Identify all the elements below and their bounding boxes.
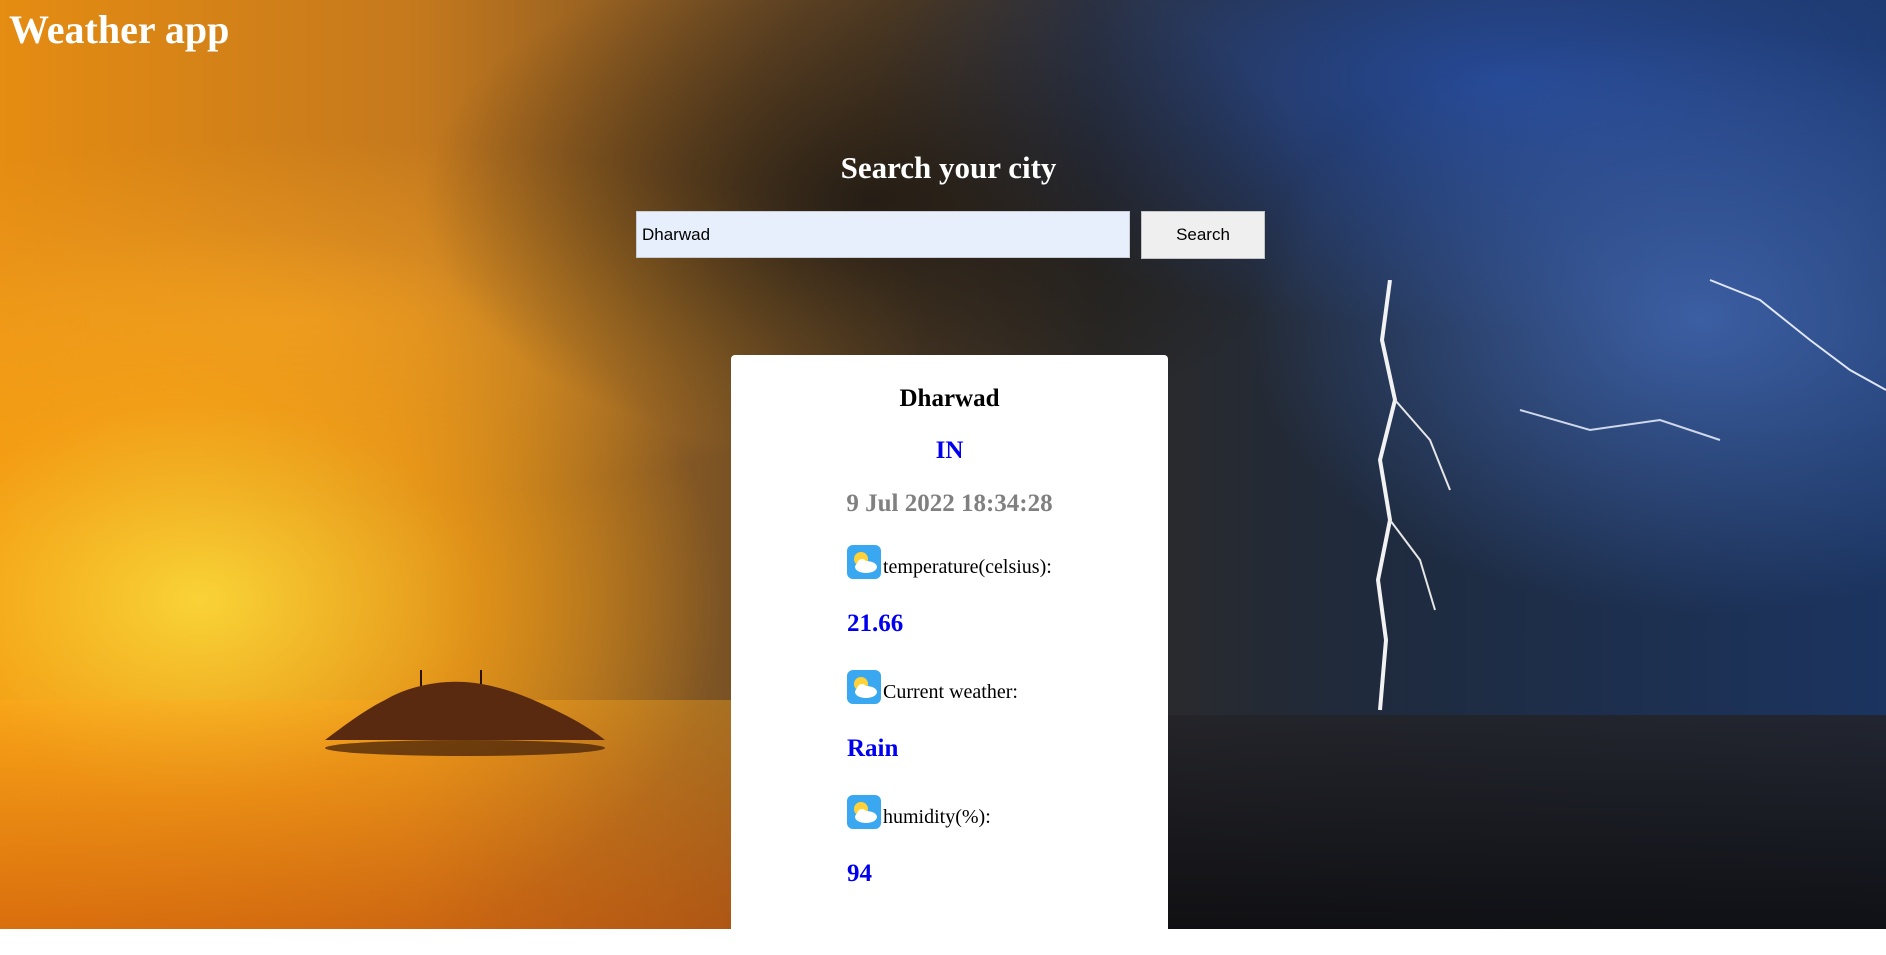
weather-label: Current weather: — [883, 681, 1018, 703]
weather-label-row: Current weather: — [847, 670, 1018, 704]
temperature-value: 21.66 — [847, 610, 904, 637]
search-button[interactable]: Search — [1141, 211, 1265, 259]
storm-sea — [1150, 715, 1886, 929]
country-code: IN — [935, 437, 964, 464]
weather-value: Rain — [847, 735, 899, 762]
city-search-input[interactable] — [636, 211, 1130, 258]
temperature-label: temperature(celsius): — [883, 556, 1052, 578]
weather-card: Dharwad IN 9 Jul 2022 18:34:28 temperatu… — [731, 355, 1168, 955]
island-silhouette — [325, 670, 605, 756]
humidity-label-row: humidity(%): — [847, 795, 991, 829]
app-title: Weather app — [9, 7, 230, 52]
lightning-bolt — [1375, 280, 1451, 711]
humidity-value: 94 — [847, 860, 872, 887]
partly-cloudy-icon — [847, 670, 881, 704]
partly-cloudy-icon — [847, 545, 881, 579]
city-name: Dharwad — [899, 385, 1000, 412]
temperature-label-row: temperature(celsius): — [847, 545, 1052, 579]
date-time: 9 Jul 2022 18:34:28 — [846, 490, 1053, 517]
lightning-bolt-far — [1519, 279, 1886, 441]
partly-cloudy-icon — [847, 795, 881, 829]
search-heading: Search your city — [840, 150, 1057, 185]
humidity-label: humidity(%): — [883, 806, 991, 828]
